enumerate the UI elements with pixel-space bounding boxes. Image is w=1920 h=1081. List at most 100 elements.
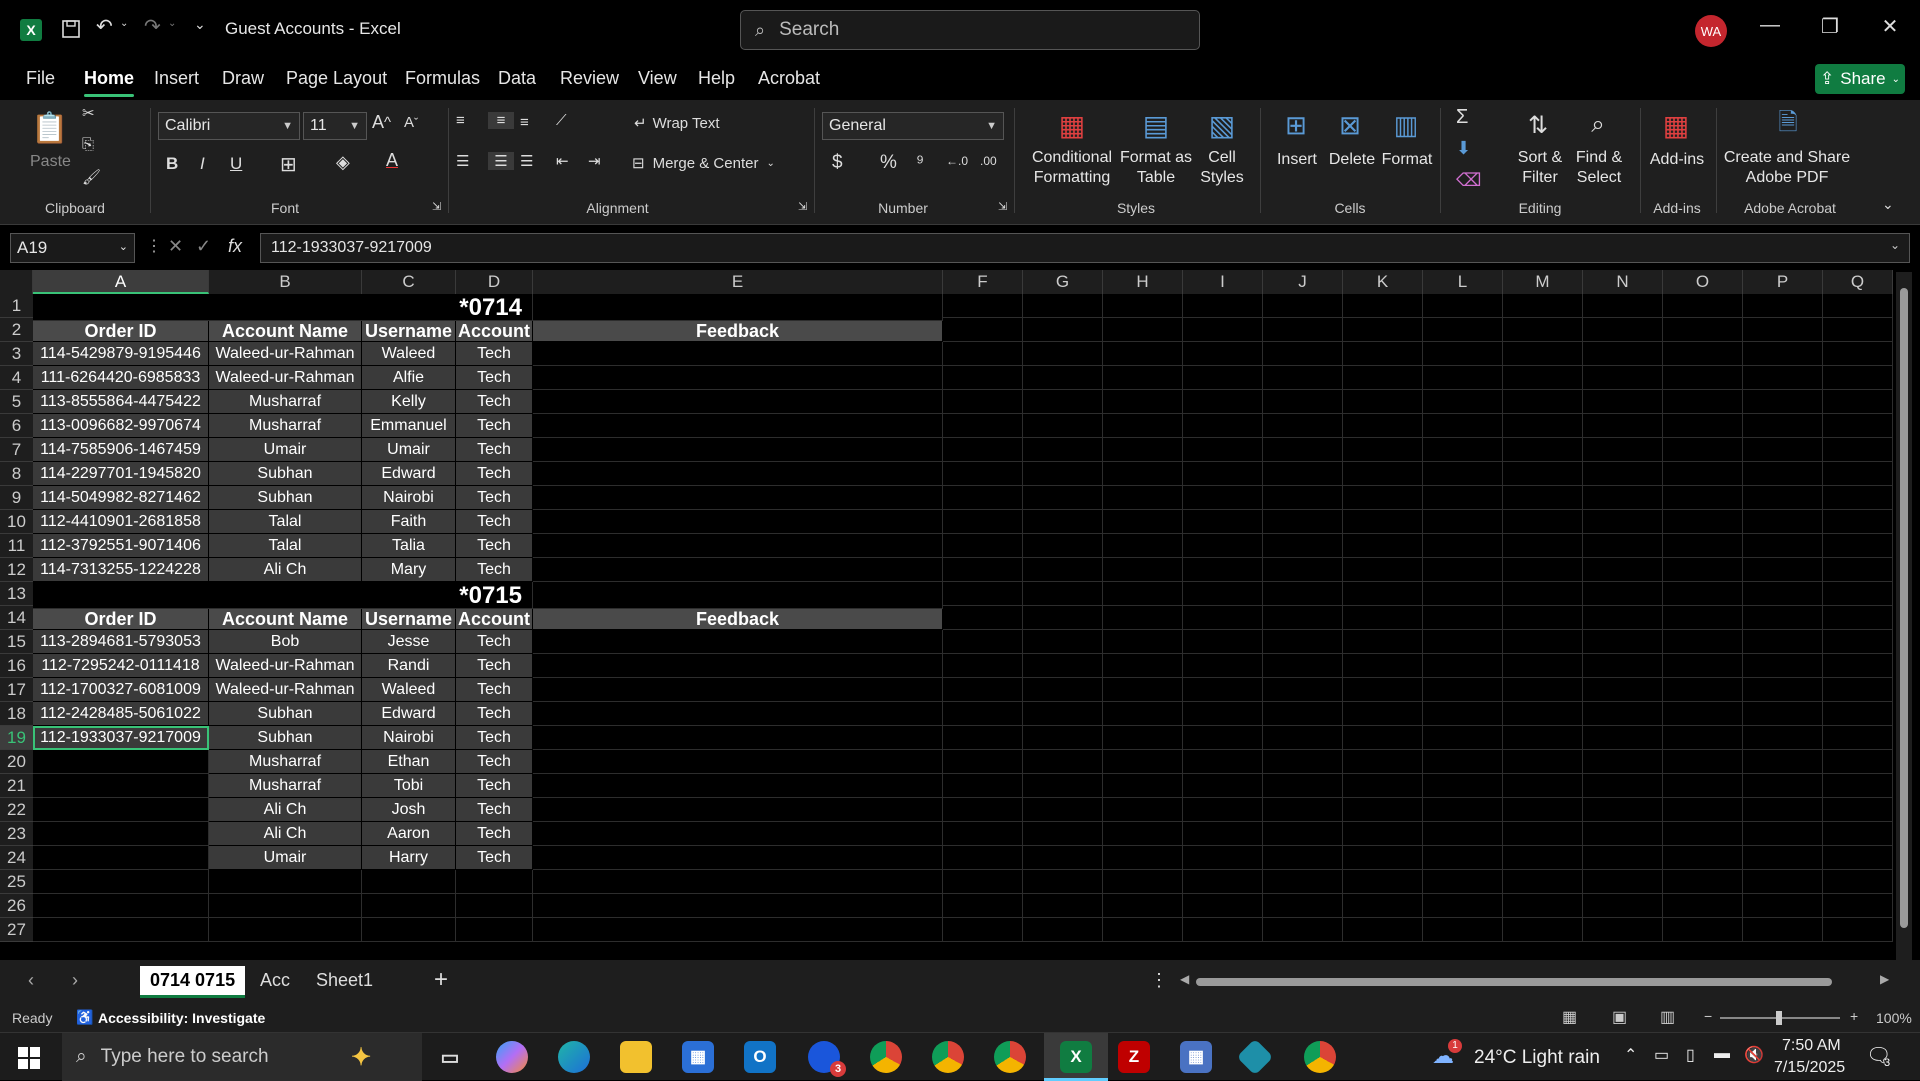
- column-header-q[interactable]: Q: [1823, 270, 1893, 294]
- grid-cell[interactable]: [1823, 486, 1893, 510]
- menu-insert[interactable]: Insert: [154, 68, 199, 89]
- row-header-17[interactable]: 17: [0, 678, 33, 702]
- grid-cell[interactable]: [1743, 486, 1823, 510]
- merge-center-button[interactable]: ⊟ Merge & Center ⌄: [632, 154, 775, 173]
- grid-cell[interactable]: [1423, 486, 1503, 510]
- grid-cell[interactable]: [1103, 870, 1183, 894]
- grid-cell[interactable]: [1183, 366, 1263, 390]
- grid-cell[interactable]: [1663, 342, 1743, 366]
- order-id-cell[interactable]: 114-2297701-1945820: [33, 462, 209, 486]
- grid-cell[interactable]: [1583, 846, 1663, 870]
- prev-sheet-icon[interactable]: ‹: [28, 970, 34, 991]
- grid-cell[interactable]: [1503, 318, 1583, 342]
- grid-cell[interactable]: [1343, 918, 1423, 942]
- battery-icon[interactable]: ▬: [1714, 1045, 1730, 1063]
- header-order-id[interactable]: Order ID: [33, 321, 209, 342]
- grid-cell[interactable]: [1343, 342, 1423, 366]
- account-cell[interactable]: Tech: [456, 702, 533, 726]
- grid-cell[interactable]: [1103, 798, 1183, 822]
- grid-cell[interactable]: [533, 798, 943, 822]
- grid-cell[interactable]: [1183, 558, 1263, 582]
- menu-help[interactable]: Help: [698, 68, 735, 89]
- grid-cell[interactable]: [1423, 654, 1503, 678]
- grid-cell[interactable]: [1343, 390, 1423, 414]
- font-color-icon[interactable]: A: [386, 150, 398, 171]
- grid-cell[interactable]: [1423, 894, 1503, 918]
- grid-cell[interactable]: [1023, 894, 1103, 918]
- italic-button[interactable]: I: [200, 154, 205, 174]
- grid-cell[interactable]: [1663, 750, 1743, 774]
- row-header-8[interactable]: 8: [0, 462, 33, 486]
- grid-cell[interactable]: [1023, 726, 1103, 750]
- username-cell[interactable]: Emmanuel: [362, 414, 456, 438]
- grid-cell[interactable]: [1663, 534, 1743, 558]
- grid-cell[interactable]: [1823, 870, 1893, 894]
- calculator-icon[interactable]: ▦: [1180, 1041, 1212, 1073]
- grid-cell[interactable]: [1583, 750, 1663, 774]
- select-all-corner[interactable]: [0, 270, 33, 294]
- grid-cell[interactable]: [1503, 726, 1583, 750]
- tab-0714-0715[interactable]: 0714 0715: [140, 966, 246, 998]
- add-sheet-icon[interactable]: +: [434, 966, 448, 994]
- app-diamond-icon[interactable]: [1236, 1038, 1274, 1076]
- account-name-cell[interactable]: Subhan: [209, 702, 362, 726]
- grid-cell[interactable]: [1503, 870, 1583, 894]
- grid-cell[interactable]: [1423, 918, 1503, 942]
- grid-cell[interactable]: [1423, 870, 1503, 894]
- grid-cell[interactable]: [1743, 318, 1823, 342]
- grid-cell[interactable]: [1743, 462, 1823, 486]
- username-cell[interactable]: Umair: [362, 438, 456, 462]
- grid-cell[interactable]: [456, 870, 533, 894]
- grid-cell[interactable]: [1743, 846, 1823, 870]
- grid-cell[interactable]: [1823, 918, 1893, 942]
- grid-cell[interactable]: [1103, 918, 1183, 942]
- grid-cell[interactable]: [1503, 774, 1583, 798]
- grid-cell[interactable]: [1263, 462, 1343, 486]
- grid-cell[interactable]: [1503, 582, 1583, 606]
- row-header-10[interactable]: 10: [0, 510, 33, 534]
- column-header-h[interactable]: H: [1103, 270, 1183, 294]
- grid-cell[interactable]: [1503, 414, 1583, 438]
- grid-cell[interactable]: [943, 366, 1023, 390]
- grid-cell[interactable]: [943, 438, 1023, 462]
- grid-cell[interactable]: [1663, 294, 1743, 318]
- clear-icon[interactable]: ⌫: [1456, 170, 1481, 191]
- username-cell[interactable]: Aaron: [362, 822, 456, 846]
- grid-cell[interactable]: [1823, 366, 1893, 390]
- grid-cell[interactable]: [1663, 918, 1743, 942]
- grid-cell[interactable]: [1823, 774, 1893, 798]
- grid-cell[interactable]: [1823, 462, 1893, 486]
- order-id-cell[interactable]: 113-2894681-5793053: [33, 630, 209, 654]
- grid-cell[interactable]: [1823, 294, 1893, 318]
- grid-cell[interactable]: [1183, 462, 1263, 486]
- grid-cell[interactable]: [1663, 894, 1743, 918]
- grid-cell[interactable]: [1103, 654, 1183, 678]
- grid-cell[interactable]: [1743, 798, 1823, 822]
- page-break-view-icon[interactable]: ▥: [1660, 1007, 1675, 1027]
- account-name-cell[interactable]: Waleed-ur-Rahman: [209, 342, 362, 366]
- zoom-level[interactable]: 100%: [1876, 1010, 1912, 1026]
- grid-cell[interactable]: [1423, 726, 1503, 750]
- grid-cell[interactable]: [1183, 894, 1263, 918]
- grid-cell[interactable]: [533, 342, 943, 366]
- column-header-o[interactable]: O: [1663, 270, 1743, 294]
- grid-cell[interactable]: [456, 894, 533, 918]
- grid-cell[interactable]: [1103, 894, 1183, 918]
- username-cell[interactable]: Nairobi: [362, 486, 456, 510]
- grid-cell[interactable]: [1423, 774, 1503, 798]
- tab-sheet1[interactable]: Sheet1: [306, 966, 383, 995]
- order-id-cell[interactable]: 112-3792551-9071406: [33, 534, 209, 558]
- edge-icon[interactable]: [558, 1041, 590, 1073]
- grid-cell[interactable]: [1023, 918, 1103, 942]
- file-explorer-icon[interactable]: [620, 1041, 652, 1073]
- grid-cell[interactable]: [1743, 630, 1823, 654]
- grid-cell[interactable]: [1663, 582, 1743, 606]
- grid-cell[interactable]: [1343, 894, 1423, 918]
- grid-cell[interactable]: [33, 894, 209, 918]
- grid-cell[interactable]: [1263, 750, 1343, 774]
- grid-cell[interactable]: [1503, 462, 1583, 486]
- grid-cell[interactable]: [533, 678, 943, 702]
- normal-view-icon[interactable]: ▦: [1562, 1007, 1577, 1027]
- grid-cell[interactable]: [943, 582, 1023, 606]
- account-cell[interactable]: Tech: [456, 462, 533, 486]
